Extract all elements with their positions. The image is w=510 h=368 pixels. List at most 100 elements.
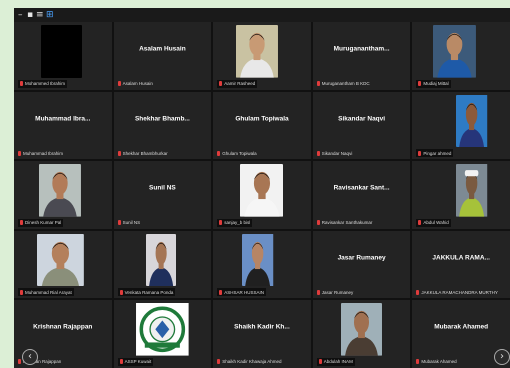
participant-name-label: ASHSAR HUSSAIN bbox=[217, 288, 266, 297]
participant-name-label: Ghulam Topiwala bbox=[217, 149, 257, 157]
participant-tile[interactable]: Ghulam Topiwala Ghulam Topiwala bbox=[213, 91, 311, 160]
participant-tile[interactable]: Mohammed Ibrahim bbox=[14, 22, 112, 90]
participant-name-label: Muruganantham B KDC bbox=[316, 80, 370, 88]
muted-mic-icon bbox=[20, 220, 23, 226]
participant-display-name: Shaikh Kadir Kh... bbox=[234, 323, 290, 331]
participant-video bbox=[456, 164, 488, 217]
participant-label-text: Ravisankar Santhakumar bbox=[321, 220, 373, 226]
muted-mic-icon bbox=[119, 359, 123, 365]
muted-mic-icon bbox=[217, 150, 221, 156]
participant-tile[interactable]: Sunil NS Sunil NS bbox=[113, 161, 212, 229]
participant-tile[interactable]: Jasar Rumaney Jasar Rumaney bbox=[312, 230, 411, 299]
participant-tile[interactable]: Aamir Rasheed bbox=[213, 22, 311, 90]
participant-name-label: Muhammad Rial Arayat bbox=[18, 288, 74, 297]
participant-display-name: Jasar Rumaney bbox=[337, 254, 386, 262]
participant-video bbox=[37, 233, 85, 287]
muted-mic-icon bbox=[316, 81, 320, 87]
participant-label-text: Sikandar Naqvi bbox=[321, 150, 353, 156]
participant-tile[interactable]: JAKKULA RAMA... JAKKULA RAMACHANDRA MURTH… bbox=[412, 230, 510, 299]
participant-tile[interactable]: Ravisankar Sant... Ravisankar Santhakumar bbox=[312, 161, 411, 229]
participant-tile[interactable]: Shekhar Bhamb... Shekhar Bhambhurkar bbox=[113, 91, 212, 160]
muted-mic-icon bbox=[418, 81, 422, 87]
muted-mic-icon bbox=[318, 359, 322, 365]
participant-name-label: Abdulah INAM bbox=[316, 357, 355, 366]
participant-video bbox=[235, 25, 278, 78]
participant-name-label: JAKKULA RAMACHANDRA MURTHY bbox=[416, 288, 498, 296]
participant-label-text: Abdul Wahid bbox=[423, 220, 449, 226]
participant-label-text: JAKKULA RAMACHANDRA MURTHY bbox=[421, 289, 498, 295]
participant-name-label: Venkata Ramana Ponda bbox=[117, 288, 176, 297]
participant-tile[interactable]: Shaikh Kadir Kh... Shaikh Kadir Khawaja A… bbox=[213, 300, 311, 368]
grid-icon[interactable]: ▪ bbox=[27, 10, 33, 20]
participant-name-label: Shekhar Bhambhurkar bbox=[117, 149, 168, 157]
organization-logo bbox=[135, 303, 190, 356]
participant-tile[interactable]: Abdul Wahid bbox=[412, 161, 510, 229]
participant-video bbox=[242, 233, 274, 287]
muted-mic-icon bbox=[418, 220, 422, 226]
muted-mic-icon bbox=[117, 220, 121, 226]
chevron-right-icon[interactable]: › bbox=[494, 349, 510, 365]
participant-label-text: ASSP Kuwait bbox=[124, 359, 152, 365]
participant-label-text: Abdulah INAM bbox=[323, 359, 353, 365]
participant-name-label: Aamir Rasheed bbox=[217, 79, 258, 88]
participant-tile[interactable]: Sikandar Naqvi Sikandar Naqvi bbox=[312, 91, 411, 160]
participant-label-text: Mudiaj Mittal bbox=[423, 81, 449, 87]
participant-tile[interactable]: sanjay_b bisl bbox=[213, 161, 311, 229]
participant-name-label: Muhammad Ibrahim bbox=[18, 149, 63, 157]
muted-mic-icon bbox=[117, 81, 121, 87]
participant-label-text: Muhammad Ibrahim bbox=[23, 150, 64, 156]
participant-name-label: Mohammed Ibrahim bbox=[18, 79, 68, 88]
muted-mic-icon bbox=[20, 289, 23, 295]
top-toolbar: – ▪ ≡ ⊞ bbox=[14, 8, 510, 22]
participant-name-label: ASSP Kuwait bbox=[117, 357, 154, 366]
participant-display-name: Shekhar Bhamb... bbox=[134, 115, 190, 123]
participant-name-label: Sunil NS bbox=[117, 219, 141, 227]
muted-mic-icon bbox=[316, 289, 320, 295]
participant-grid: Mohammed Ibrahim Asalam Husain Asalam Husa… bbox=[14, 22, 510, 368]
participant-tile[interactable]: Muhammad Ibra... Muhammad Ibrahim bbox=[14, 91, 112, 160]
participant-name-label: Mubarak Ahamed bbox=[416, 358, 457, 366]
participant-display-name: Asalam Husain bbox=[139, 45, 186, 53]
chevron-left-icon[interactable]: ‹ bbox=[22, 349, 38, 365]
muted-mic-icon bbox=[316, 150, 320, 156]
participant-label-text: Sunil NS bbox=[122, 220, 141, 226]
participant-display-name: Muhammad Ibra... bbox=[35, 115, 91, 123]
muted-mic-icon bbox=[219, 289, 223, 295]
participant-tile[interactable]: Asalam Husain Asalam Husain bbox=[113, 22, 212, 90]
participant-tile[interactable]: ASHSAR HUSSAIN bbox=[213, 230, 311, 299]
participant-label-text: ASHSAR HUSSAIN bbox=[224, 289, 264, 295]
participant-name-label: sanjay_b bisl bbox=[217, 218, 253, 227]
muted-mic-icon bbox=[20, 81, 23, 87]
participant-tile[interactable]: Muhammad Rial Arayat bbox=[14, 230, 112, 299]
participant-tile[interactable]: ASSP Kuwait bbox=[113, 300, 212, 368]
participant-tile[interactable]: Venkata Ramana Ponda bbox=[113, 230, 212, 299]
participant-display-name: JAKKULA RAMA... bbox=[432, 254, 490, 262]
muted-mic-icon bbox=[219, 220, 223, 226]
list-icon[interactable]: ≡ bbox=[36, 10, 44, 20]
participant-display-name: Sikandar Naqvi bbox=[338, 115, 386, 123]
participant-label-text: Muruganantham B KDC bbox=[321, 81, 370, 87]
participant-tile[interactable]: Mudiaj Mittal bbox=[412, 22, 510, 90]
participant-video bbox=[39, 164, 82, 217]
participant-name-label: Shaikh Kadir Khawaja Ahmed bbox=[217, 358, 281, 366]
participant-display-name: Krishnan Rajappan bbox=[33, 323, 93, 331]
participant-tile[interactable]: Muruganantham... Muruganantham B KDC bbox=[312, 22, 411, 90]
participant-video bbox=[432, 25, 476, 78]
muted-mic-icon bbox=[217, 359, 221, 365]
gallery-view-icon[interactable]: ⊞ bbox=[46, 10, 54, 20]
minimize-icon[interactable]: – bbox=[18, 10, 23, 20]
muted-mic-icon bbox=[416, 359, 420, 365]
participant-label-text: Pingar ahmed bbox=[423, 150, 452, 156]
participant-name-label: Jasar Rumaney bbox=[316, 288, 353, 296]
participant-video bbox=[456, 94, 488, 148]
participant-tile[interactable]: Dinesh Kumar Pal bbox=[14, 161, 112, 229]
participant-label-text: Shekhar Bhambhurkar bbox=[122, 150, 168, 156]
participant-tile[interactable]: Abdulah INAM bbox=[312, 300, 411, 368]
participant-video bbox=[239, 164, 284, 217]
participant-label-text: Dinesh Kumar Pal bbox=[25, 220, 62, 226]
muted-mic-icon bbox=[416, 289, 420, 295]
participant-display-name: Ravisankar Sant... bbox=[333, 184, 390, 192]
participant-tile[interactable]: Pingar ahmed bbox=[412, 91, 510, 160]
participant-label-text: Shaikh Kadir Khawaja Ahmed bbox=[222, 359, 282, 365]
participant-label-text: Asalam Husain bbox=[122, 81, 153, 87]
